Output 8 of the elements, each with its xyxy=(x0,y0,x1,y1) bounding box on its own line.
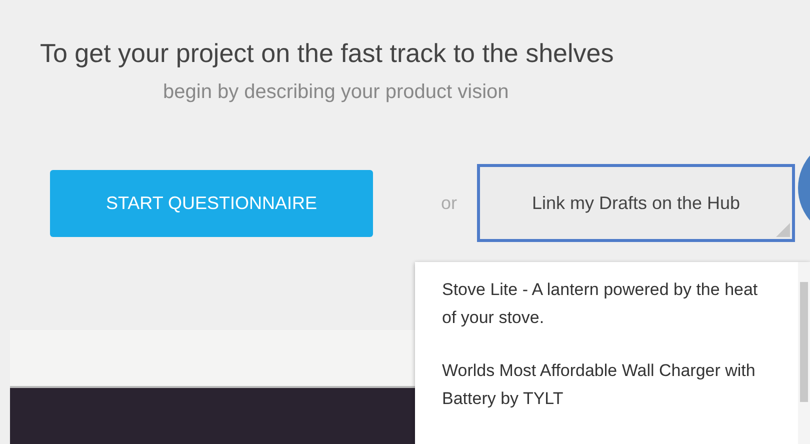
draft-menu-item[interactable]: Stove Lite - A lantern powered by the heat of your stove. xyxy=(442,276,772,332)
subheadline: begin by describing your product vision xyxy=(163,81,510,104)
scrollbar[interactable] xyxy=(798,262,810,444)
draft-menu-item[interactable]: Worlds Most Affordable Wall Charger with Battery by TYLT xyxy=(442,357,772,413)
headline: To get your project on the fast track to the shelves xyxy=(40,38,615,69)
resize-corner-icon xyxy=(776,223,790,237)
link-drafts-button[interactable]: Link my Drafts on the Hub xyxy=(477,164,796,242)
or-separator: or xyxy=(441,192,458,214)
